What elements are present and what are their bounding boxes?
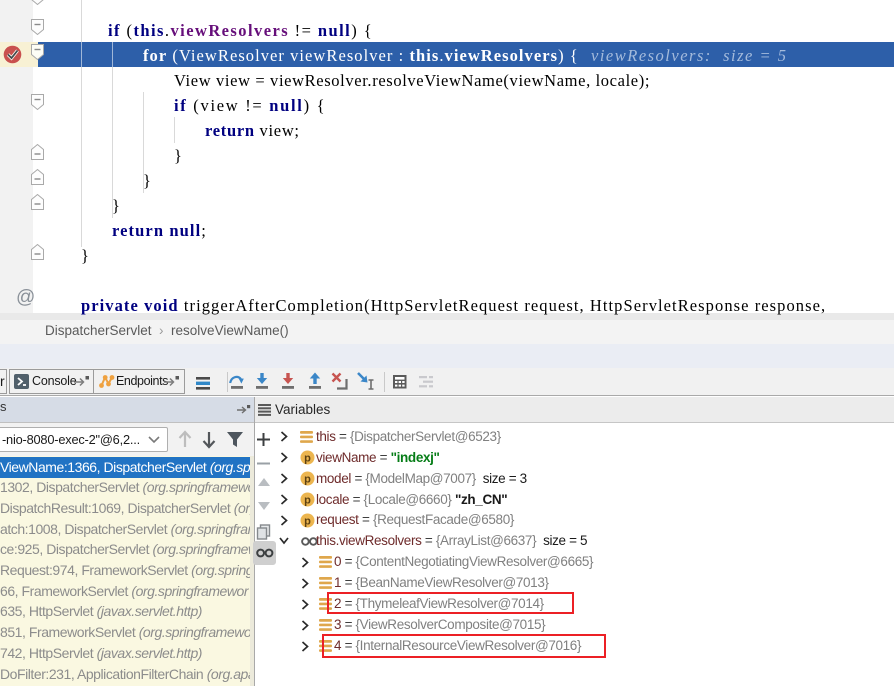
svg-text:p: p [304,453,311,465]
svg-text:p: p [304,474,311,486]
svg-text:p: p [304,495,311,507]
svg-text:p: p [304,515,311,527]
